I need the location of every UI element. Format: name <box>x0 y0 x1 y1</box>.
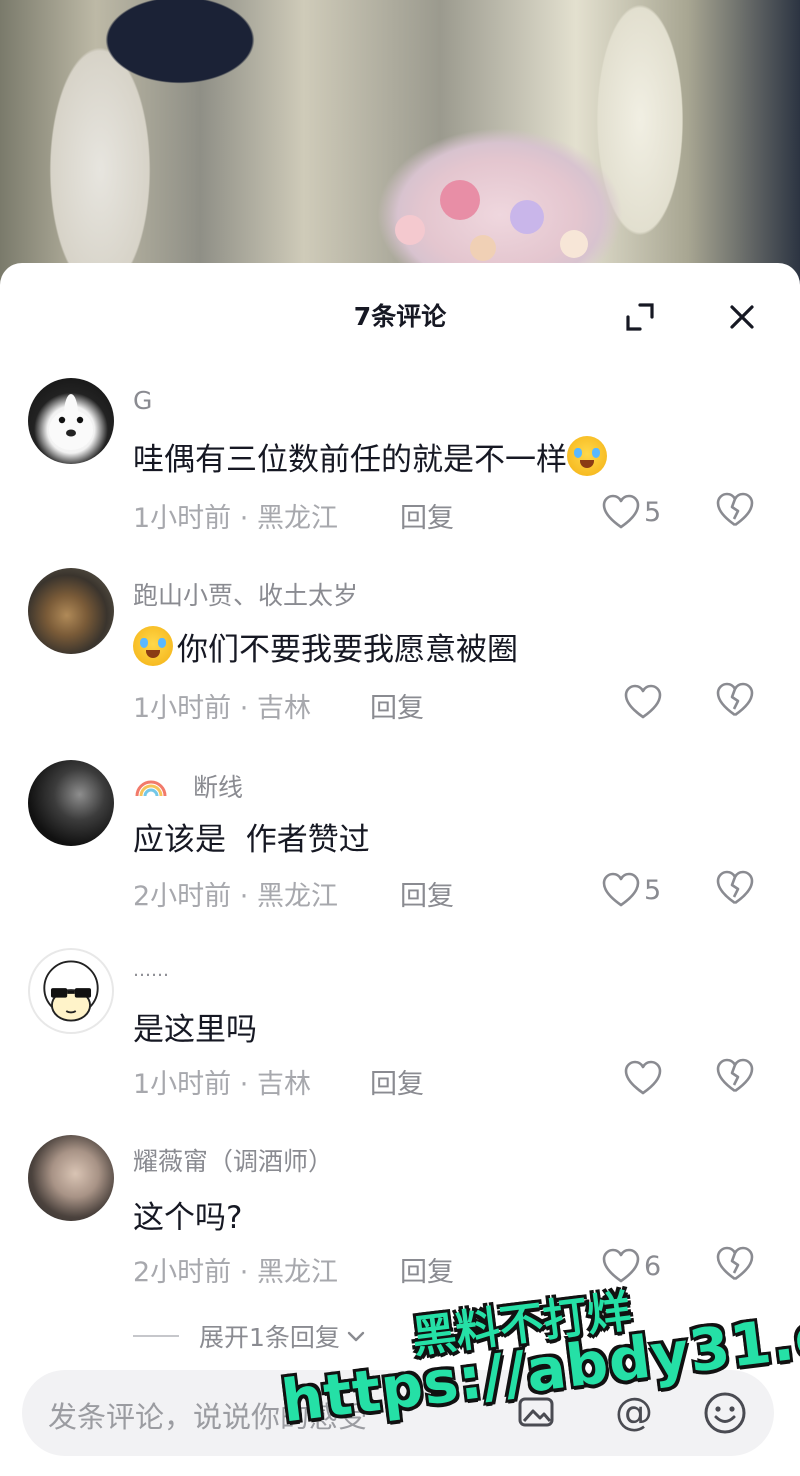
comment-time: 2小时前 <box>133 1257 232 1288</box>
avatar[interactable] <box>28 568 114 654</box>
emoji-button[interactable] <box>702 1390 748 1436</box>
comment-text: 这个吗? <box>133 1200 243 1236</box>
close-button[interactable] <box>724 299 760 335</box>
divider-line <box>133 1335 179 1337</box>
expand-icon <box>626 303 654 331</box>
broken-heart-icon <box>716 682 754 717</box>
close-icon <box>730 305 754 329</box>
comment-meta: 1小时前 · 吉林 <box>133 1069 311 1100</box>
comment-time: 1小时前 <box>133 693 232 724</box>
avatar[interactable] <box>28 1135 114 1221</box>
comment-text: 你们不要我要我愿意被圈 <box>133 624 518 669</box>
comment-text-body: 你们不要我要我愿意被圈 <box>177 632 518 668</box>
smiley-icon <box>704 1392 746 1434</box>
expand-replies-label: 展开1条回复 <box>199 1323 340 1352</box>
fullscreen-button[interactable] <box>622 299 658 335</box>
comment-meta: 1小时前 · 黑龙江 <box>133 503 338 534</box>
like-count: 6 <box>644 1250 662 1282</box>
comment-text-body: 哇偶有三位数前任的就是不一样 <box>133 442 567 478</box>
comment-username[interactable]: G <box>133 386 152 415</box>
avatar[interactable] <box>28 378 114 464</box>
comment-meta: 2小时前 · 黑龙江 <box>133 1257 338 1288</box>
dislike-button[interactable] <box>716 1246 756 1286</box>
comment-location: 黑龙江 <box>256 881 338 912</box>
dislike-button[interactable] <box>716 682 756 722</box>
dislike-button[interactable] <box>716 1058 756 1098</box>
like-button[interactable]: 5 <box>602 490 672 534</box>
heart-icon <box>602 872 640 907</box>
broken-heart-icon <box>716 1246 754 1281</box>
comment-location: 黑龙江 <box>256 503 338 534</box>
comment-location: 吉林 <box>256 1069 311 1100</box>
comment-time: 1小时前 <box>133 503 232 534</box>
dislike-button[interactable] <box>716 492 756 532</box>
cartoon-sunglasses-avatar-icon <box>43 960 99 1022</box>
at-icon: @ <box>615 1390 653 1434</box>
like-count: 5 <box>644 496 662 528</box>
heart-icon <box>602 494 640 529</box>
avatar[interactable] <box>28 760 114 846</box>
chevron-down-icon <box>347 1331 365 1342</box>
reply-button[interactable]: 回复 <box>370 686 424 725</box>
comment-text: 哇偶有三位数前任的就是不一样 <box>133 434 607 479</box>
comment-username-text: 断线 <box>193 773 244 802</box>
comment-meta: 2小时前 · 黑龙江 <box>133 881 338 912</box>
comment-username[interactable]: 断线 <box>133 766 243 804</box>
comment-text: 应该是 作者赞过 <box>133 822 370 858</box>
broken-heart-icon <box>716 1058 754 1093</box>
comment-text: 是这里吗 <box>133 1012 257 1048</box>
heart-icon <box>624 1060 662 1095</box>
avatar[interactable] <box>28 948 114 1034</box>
like-count: 5 <box>644 874 662 906</box>
comment-username[interactable]: …… <box>133 960 169 981</box>
comment-meta: 1小时前 · 吉林 <box>133 693 311 724</box>
comment-username[interactable]: 耀薇甯（调酒师） <box>133 1142 333 1178</box>
broken-heart-icon <box>716 492 754 527</box>
reply-button[interactable]: 回复 <box>400 496 454 535</box>
comment-time: 1小时前 <box>133 1069 232 1100</box>
like-button[interactable] <box>624 680 694 724</box>
heart-icon <box>624 684 662 719</box>
broken-heart-icon <box>716 870 754 905</box>
video-background <box>0 0 800 300</box>
comment-location: 吉林 <box>256 693 311 724</box>
reply-button[interactable]: 回复 <box>370 1062 424 1101</box>
mention-button[interactable]: @ <box>612 1388 656 1436</box>
dislike-button[interactable] <box>716 870 756 910</box>
comment-count-title: 7条评论 <box>353 302 447 331</box>
crying-laughing-emoji-icon <box>567 436 607 476</box>
sheet-header: 7条评论 <box>0 263 800 363</box>
expand-replies-button[interactable]: 展开1条回复 <box>133 1318 368 1354</box>
dog-avatar-icon <box>49 394 93 450</box>
crying-laughing-emoji-icon <box>133 626 173 666</box>
like-button[interactable]: 5 <box>602 868 672 912</box>
comment-time: 2小时前 <box>133 881 232 912</box>
comment-username[interactable]: 跑山小贾、收土太岁 <box>133 576 358 612</box>
like-button[interactable] <box>624 1056 694 1100</box>
reply-button[interactable]: 回复 <box>400 874 454 913</box>
comment-location: 黑龙江 <box>256 1257 338 1288</box>
rainbow-icon <box>135 780 167 797</box>
reply-button[interactable]: 回复 <box>400 1250 454 1289</box>
